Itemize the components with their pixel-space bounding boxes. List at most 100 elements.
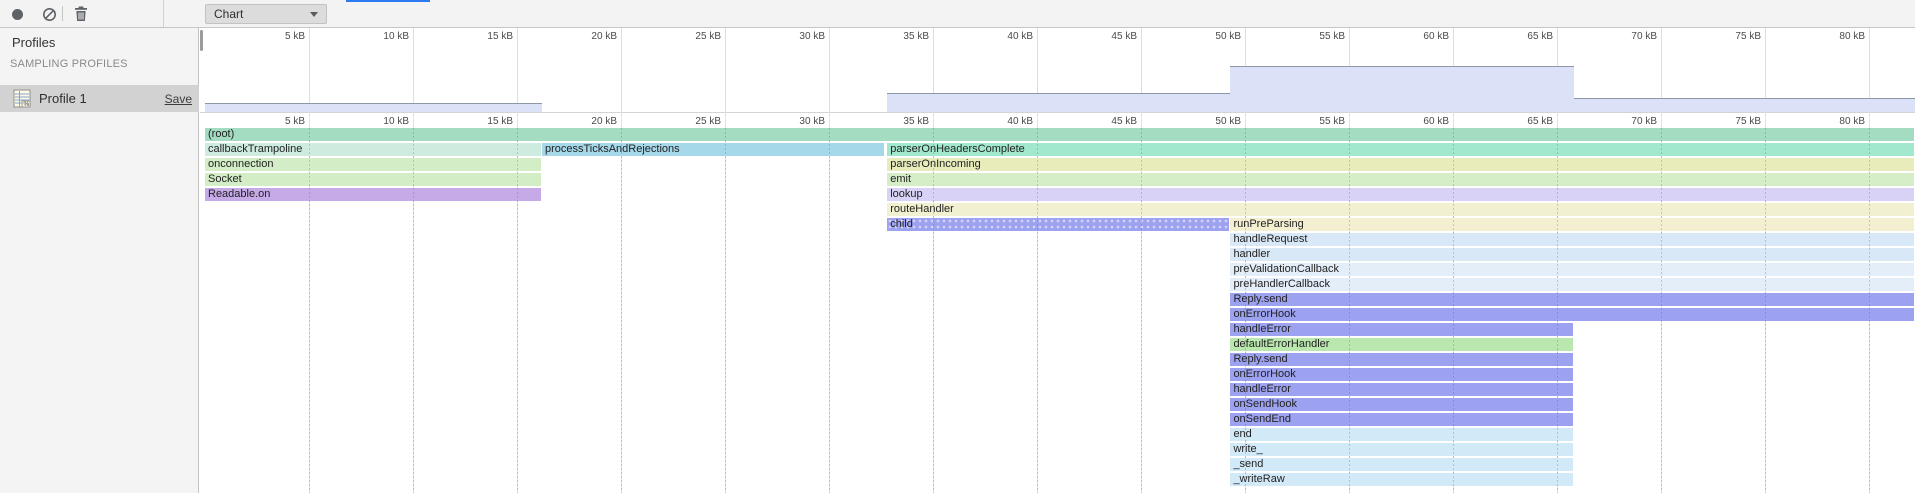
sampling-profiles-section-header: SAMPLING PROFILES	[10, 58, 128, 70]
toolbar: Chart	[0, 0, 1915, 28]
overview-step	[205, 103, 542, 112]
overview-step	[887, 93, 1230, 112]
flame-frame[interactable]: _send	[1230, 458, 1572, 471]
flame-frame[interactable]: onErrorHook	[1230, 368, 1572, 381]
record-button[interactable]	[6, 3, 28, 25]
profiles-sidebar: Profiles SAMPLING PROFILES % Profile 1 S…	[0, 28, 199, 493]
flame-frame[interactable]: preHandlerCallback	[1230, 278, 1913, 291]
flame-frame[interactable]: child	[887, 218, 1229, 231]
overview-ruler-tick-label: 25 kB	[669, 31, 721, 42]
flame-frame[interactable]: routeHandler	[887, 203, 1914, 216]
flame-frame[interactable]: (root)	[205, 128, 1914, 141]
flame-frame[interactable]: runPreParsing	[1230, 218, 1913, 231]
view-mode-select[interactable]: Chart	[205, 4, 327, 24]
flame-frame[interactable]: Readable.on	[205, 188, 541, 201]
overview-ruler-tick-label: 75 kB	[1709, 31, 1761, 42]
flame-frame[interactable]: handleError	[1230, 323, 1572, 336]
view-mode-selected-value: Chart	[214, 7, 310, 21]
overview-ruler-tick-label: 50 kB	[1189, 31, 1241, 42]
flame-frame[interactable]: lookup	[887, 188, 1914, 201]
overview-step	[1574, 98, 1915, 112]
flame-ruler-tick-label: 55 kB	[1293, 116, 1345, 127]
grid-line-flame-dotted	[1557, 128, 1558, 493]
toolbar-separator	[62, 6, 63, 21]
sidebar-item-profile-1[interactable]: % Profile 1 Save	[0, 85, 199, 112]
grid-line-overview	[309, 28, 310, 113]
flame-frame[interactable]: processTicksAndRejections	[542, 143, 884, 156]
grid-line-flame-dotted	[1765, 128, 1766, 493]
grid-line-flame-dotted	[933, 128, 934, 493]
flame-frame[interactable]: onconnection	[205, 158, 541, 171]
flame-frame[interactable]: handleError	[1230, 383, 1572, 396]
trash-icon	[74, 6, 88, 22]
flame-frame[interactable]: _writeRaw	[1230, 473, 1572, 486]
flame-frame[interactable]: Reply.send	[1230, 293, 1913, 306]
grid-line-flame-dotted	[413, 128, 414, 493]
flame-frame[interactable]: handleRequest	[1230, 233, 1913, 246]
overview-ruler-tick-label: 60 kB	[1397, 31, 1449, 42]
circle-slash-icon	[42, 7, 57, 22]
clear-all-profiles-button[interactable]	[38, 3, 60, 25]
flame-frame[interactable]: onSendHook	[1230, 398, 1572, 411]
flame-ruler-tick-label: 10 kB	[357, 116, 409, 127]
flame-frame[interactable]: defaultErrorHandler	[1230, 338, 1572, 351]
overview-ruler-tick-label: 15 kB	[461, 31, 513, 42]
flame-frame[interactable]: handler	[1230, 248, 1913, 261]
profile-name: Profile 1	[39, 91, 87, 106]
grid-line-flame-dotted	[621, 128, 622, 493]
grid-line-overview	[621, 28, 622, 113]
overview-scrollbar-thumb[interactable]	[200, 30, 203, 51]
delete-profile-button[interactable]	[70, 3, 92, 25]
flame-frame[interactable]: onSendEnd	[1230, 413, 1572, 426]
grid-line-overview	[517, 28, 518, 113]
flame-ruler-tick-label: 50 kB	[1189, 116, 1241, 127]
flame-frame[interactable]: parserOnIncoming	[887, 158, 1914, 171]
overview-ruler-tick-label: 65 kB	[1501, 31, 1553, 42]
flame-ruler-tick-label: 15 kB	[461, 116, 513, 127]
flame-ruler-tick-label: 60 kB	[1397, 116, 1449, 127]
flame-ruler-tick-label: 40 kB	[981, 116, 1033, 127]
panel-tab-indicator	[346, 0, 430, 2]
chevron-down-icon	[310, 12, 318, 17]
toolbar-section-divider	[163, 0, 164, 27]
svg-text:%: %	[24, 101, 30, 108]
grid-line-overview	[725, 28, 726, 113]
sidebar-title: Profiles	[12, 35, 55, 50]
flame-frame[interactable]: parserOnHeadersComplete	[887, 143, 1914, 156]
flame-frame[interactable]: preValidationCallback	[1230, 263, 1913, 276]
grid-line-flame-dotted	[1453, 128, 1454, 493]
overview-ruler-tick-label: 55 kB	[1293, 31, 1345, 42]
overview-ruler-tick-label: 5 kB	[253, 31, 305, 42]
record-icon	[12, 9, 23, 20]
grid-line-flame-dotted	[517, 128, 518, 493]
flame-frame[interactable]: callbackTrampoline	[205, 143, 541, 156]
flame-ruler-tick-label: 80 kB	[1813, 116, 1865, 127]
flame-ruler-tick-label: 70 kB	[1605, 116, 1657, 127]
overview-ruler-tick-label: 35 kB	[877, 31, 929, 42]
flame-frame[interactable]: onErrorHook	[1230, 308, 1913, 321]
overview-ruler-tick-label: 80 kB	[1813, 31, 1865, 42]
flame-frame[interactable]: emit	[887, 173, 1914, 186]
overview-ruler-tick-label: 10 kB	[357, 31, 409, 42]
flame-frame[interactable]: write_	[1230, 443, 1572, 456]
flame-ruler-tick-label: 75 kB	[1709, 116, 1761, 127]
flame-ruler-tick-label: 20 kB	[565, 116, 617, 127]
overview-ruler-tick-label: 20 kB	[565, 31, 617, 42]
flame-ruler-tick-label: 5 kB	[253, 116, 305, 127]
grid-line-flame-dotted	[725, 128, 726, 493]
flame-ruler-tick-label: 30 kB	[773, 116, 825, 127]
flame-ruler-tick-label: 25 kB	[669, 116, 721, 127]
overview-ruler-tick-label: 30 kB	[773, 31, 825, 42]
flame-frame[interactable]: Socket	[205, 173, 541, 186]
grid-line-flame-dotted	[1037, 128, 1038, 493]
flame-ruler-tick-label: 45 kB	[1085, 116, 1137, 127]
flame-ruler-tick-label: 35 kB	[877, 116, 929, 127]
grid-line-flame-dotted	[1141, 128, 1142, 493]
flame-frame[interactable]: Reply.send	[1230, 353, 1572, 366]
flame-frame[interactable]: end	[1230, 428, 1572, 441]
allocation-overview-pane[interactable]	[200, 28, 1915, 113]
grid-line-overview	[829, 28, 830, 113]
grid-line-flame-dotted	[1661, 128, 1662, 493]
grid-line-flame-dotted	[829, 128, 830, 493]
save-profile-link[interactable]: Save	[165, 92, 192, 106]
